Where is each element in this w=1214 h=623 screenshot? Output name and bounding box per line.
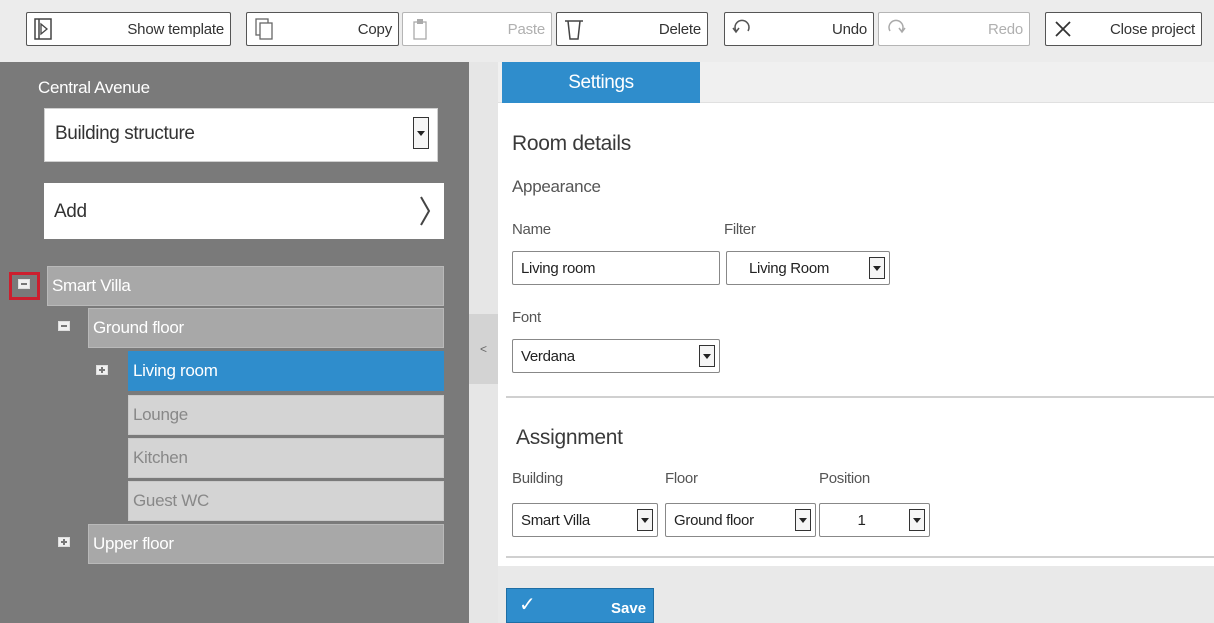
divider	[506, 396, 1214, 398]
tree-node-lounge[interactable]: Lounge	[128, 395, 444, 435]
tree-node-living-room[interactable]: Living room	[128, 351, 444, 391]
undo-label: Undo	[831, 21, 867, 38]
redo-button[interactable]: Redo	[878, 12, 1030, 46]
tree-node-label: Living room	[133, 361, 218, 380]
delete-button[interactable]: Delete	[556, 12, 708, 46]
tree-node-label: Lounge	[133, 405, 188, 424]
paste-button[interactable]: Paste	[402, 12, 552, 46]
position-select-value: 1	[857, 512, 866, 529]
tree-node-label: Upper floor	[93, 534, 174, 553]
building-label: Building	[512, 470, 563, 487]
sidebar: Central Avenue Building structure Add Sm…	[0, 62, 469, 623]
redo-icon	[888, 19, 906, 34]
tree-node-ground-floor[interactable]: Ground floor	[88, 308, 444, 348]
tree-node-upper-floor[interactable]: Upper floor	[88, 524, 444, 564]
chevron-down-icon	[869, 257, 885, 279]
chevron-down-icon	[699, 345, 715, 367]
panel-toggle-icon	[34, 18, 52, 40]
chevron-down-icon	[637, 509, 653, 531]
settings-panel: Settings Room details Appearance Name Fi…	[498, 62, 1214, 623]
paste-label: Paste	[507, 21, 546, 38]
view-select-value: Building structure	[55, 123, 195, 144]
panel-splitter[interactable]: <	[469, 62, 498, 623]
building-select[interactable]: Smart Villa	[512, 503, 658, 537]
tree-node-smart-villa[interactable]: Smart Villa	[47, 266, 444, 306]
project-title: Central Avenue	[38, 78, 150, 97]
delete-label: Delete	[658, 21, 701, 38]
tree-node-label: Smart Villa	[52, 276, 131, 295]
room-details-heading: Room details	[512, 132, 631, 155]
add-label: Add	[54, 201, 87, 222]
save-button[interactable]: ✓ Save	[506, 588, 654, 623]
close-project-button[interactable]: Close project	[1045, 12, 1202, 46]
position-select[interactable]: 1	[819, 503, 930, 537]
collapse-sidebar-handle[interactable]: <	[469, 314, 498, 384]
copy-button[interactable]: Copy	[246, 12, 399, 46]
view-select[interactable]: Building structure	[44, 108, 438, 162]
floor-select-value: Ground floor	[674, 512, 754, 529]
redo-label: Redo	[987, 21, 1023, 38]
trash-icon	[565, 20, 583, 40]
font-label: Font	[512, 309, 541, 326]
copy-label: Copy	[357, 21, 392, 38]
building-select-value: Smart Villa	[521, 512, 590, 529]
tree-node-kitchen[interactable]: Kitchen	[128, 438, 444, 478]
tab-bar: Settings	[498, 62, 1214, 103]
collapse-icon[interactable]	[58, 321, 70, 331]
show-template-button[interactable]: Show template	[26, 12, 231, 46]
expand-icon[interactable]	[96, 365, 108, 375]
copy-icon	[255, 18, 273, 40]
appearance-heading: Appearance	[512, 177, 601, 196]
action-bar: ✓ Save	[498, 566, 1214, 623]
undo-icon	[732, 19, 750, 34]
name-field-value: Living room	[521, 260, 596, 277]
chevron-down-icon	[795, 509, 811, 531]
collapse-icon[interactable]	[18, 279, 30, 289]
tree-node-label: Kitchen	[133, 448, 188, 467]
filter-label: Filter	[724, 221, 756, 238]
chevron-down-icon	[413, 117, 429, 149]
close-project-label: Close project	[1110, 21, 1195, 38]
name-field[interactable]: Living room	[512, 251, 720, 285]
undo-button[interactable]: Undo	[724, 12, 874, 46]
tree-node-label: Guest WC	[133, 491, 210, 510]
filter-select[interactable]: Living Room	[726, 251, 890, 285]
close-icon	[1055, 21, 1071, 37]
save-label: Save	[611, 600, 647, 617]
expand-icon[interactable]	[58, 537, 70, 547]
floor-label: Floor	[665, 470, 698, 487]
assignment-heading: Assignment	[516, 426, 623, 449]
tab-settings[interactable]: Settings	[502, 62, 700, 103]
checkmark-icon: ✓	[519, 594, 536, 616]
chevron-down-icon	[909, 509, 925, 531]
tree-node-guest-wc[interactable]: Guest WC	[128, 481, 444, 521]
font-select[interactable]: Verdana	[512, 339, 720, 373]
show-template-label: Show template	[127, 21, 224, 38]
toolbar: Show template Copy Paste Delete Undo Red…	[0, 0, 1214, 62]
floor-select[interactable]: Ground floor	[665, 503, 816, 537]
filter-select-value: Living Room	[749, 260, 830, 277]
position-label: Position	[819, 470, 870, 487]
divider	[506, 556, 1214, 558]
paste-icon	[413, 19, 427, 40]
name-label: Name	[512, 221, 551, 238]
font-select-value: Verdana	[521, 348, 575, 365]
chevron-right-icon	[420, 196, 431, 226]
tree-node-label: Ground floor	[93, 318, 184, 337]
add-button[interactable]: Add	[44, 183, 444, 239]
